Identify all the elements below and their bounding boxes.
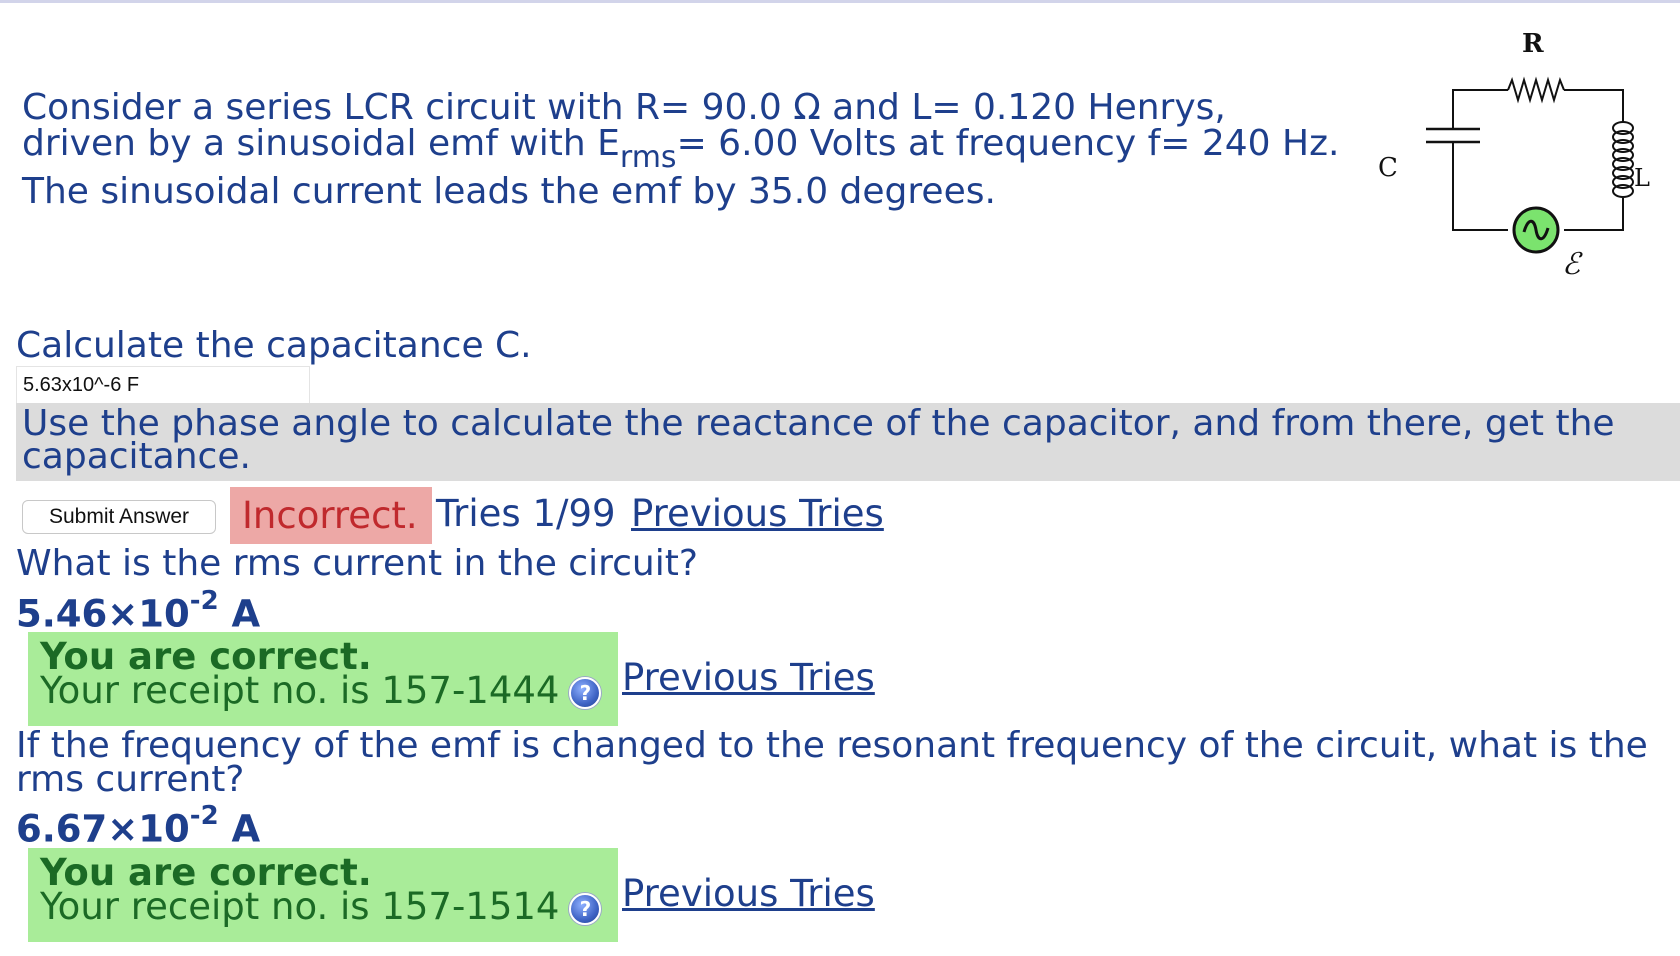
q3-receipt: Your receipt no. is 157-1514 xyxy=(40,885,560,928)
inductor-symbol xyxy=(1612,121,1634,198)
label-l: L xyxy=(1634,164,1650,192)
incorrect-badge: Incorrect. xyxy=(230,487,432,544)
q2-answer-mantissa: 5.46×10 xyxy=(16,592,190,636)
q2-previous-tries-link[interactable]: Previous Tries xyxy=(622,656,875,699)
lcr-circuit-diagram: R C L ℰ xyxy=(1378,29,1650,282)
tries-counter: Tries 1/99 xyxy=(436,492,616,535)
q2-question: What is the rms current in the circuit? xyxy=(16,543,698,584)
label-r: R xyxy=(1522,29,1544,59)
q3-correct-box: You are correct. Your receipt no. is 157… xyxy=(28,848,618,942)
q2-receipt: Your receipt no. is 157-1444 xyxy=(40,669,560,712)
capacitance-answer-input[interactable]: 5.63x10^-6 F xyxy=(16,366,310,404)
q3-answer-mantissa: 6.67×10 xyxy=(16,807,190,851)
q3-previous-tries-link[interactable]: Previous Tries xyxy=(622,872,875,915)
q2-answer-exponent: -2 xyxy=(189,586,219,616)
problem-line-1: Consider a series LCR circuit with R= 90… xyxy=(22,87,1226,128)
circuit-wire-bottom xyxy=(1452,163,1508,231)
q2-correct-box: You are correct. Your receipt no. is 157… xyxy=(28,632,618,726)
problem-line-2: driven by a sinusoidal emf with Erms= 6.… xyxy=(22,123,1340,176)
problem-line-2-post: = 6.00 Volts at frequency f= 240 Hz. xyxy=(676,123,1340,164)
circuit-wire-right-bottom xyxy=(1564,198,1624,231)
q3-answer: 6.67×10-2 A xyxy=(16,801,261,851)
q3-question-line-2: rms current? xyxy=(16,759,245,800)
problem-line-2-pre: driven by a sinusoidal emf with E xyxy=(22,123,620,164)
top-divider xyxy=(0,0,1680,3)
circuit-wire-top xyxy=(1452,89,1508,109)
q1-question: Calculate the capacitance C. xyxy=(16,325,532,366)
circuit-wire-top-right xyxy=(1564,89,1624,122)
problem-line-3: The sinusoidal current leads the emf by … xyxy=(22,171,996,212)
label-c: C xyxy=(1378,153,1398,183)
q3-receipt-line: Your receipt no. is 157-1514? xyxy=(40,888,618,925)
help-icon[interactable]: ? xyxy=(569,892,602,925)
q3-question-line-1: If the frequency of the emf is changed t… xyxy=(16,725,1648,766)
label-emf: ℰ xyxy=(1562,247,1583,282)
q2-answer-unit: A xyxy=(218,592,261,636)
submit-answer-button[interactable]: Submit Answer xyxy=(22,500,216,534)
help-icon[interactable]: ? xyxy=(569,676,602,709)
problem-statement: Consider a series LCR circuit with R= 90… xyxy=(22,90,1339,210)
emf-subscript: rms xyxy=(619,140,677,175)
q2-answer: 5.46×10-2 A xyxy=(16,586,261,636)
hint-box: Use the phase angle to calculate the rea… xyxy=(16,403,1680,481)
q3-answer-unit: A xyxy=(218,807,261,851)
q3-answer-exponent: -2 xyxy=(189,801,219,831)
q1-previous-tries-link[interactable]: Previous Tries xyxy=(631,492,884,535)
q2-receipt-line: Your receipt no. is 157-1444? xyxy=(40,672,618,709)
resistor-symbol xyxy=(1507,76,1565,104)
